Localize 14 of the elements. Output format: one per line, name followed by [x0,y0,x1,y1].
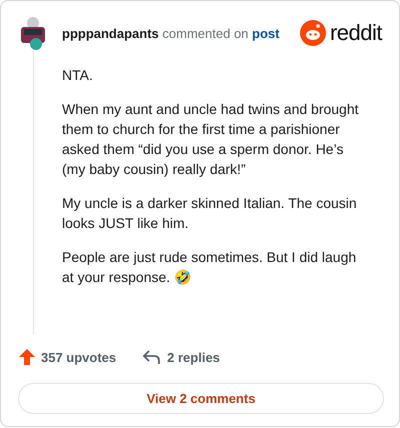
comment-paragraph: My uncle is a darker skinned Italian. The cousin looks JUST like him. [62,194,358,233]
reddit-logo-icon [300,20,326,46]
view-comments-button[interactable]: View 2 comments [18,383,384,414]
reply-icon[interactable] [142,349,162,365]
post-link[interactable]: post [252,26,280,40]
upvote-icon[interactable] [18,348,36,366]
avatar-icon [18,15,48,51]
reply-count: 2 replies [167,350,220,364]
comment-attribution: ppppandapants commented on post [62,26,280,40]
comment-paragraph: People are just rude sometimes. But I did laugh at your response. 🤣 [62,248,358,287]
comment-paragraph: When my aunt and uncle had twins and brought them to church for the first time a parishioner asked them “did you use a sperm donor. He’s (my baby cousin) really dark!” [62,100,360,179]
brand-name: reddit [330,20,382,46]
upvote-count: 357 upvotes [41,350,116,364]
comment-paragraph: NTA. [62,66,94,85]
